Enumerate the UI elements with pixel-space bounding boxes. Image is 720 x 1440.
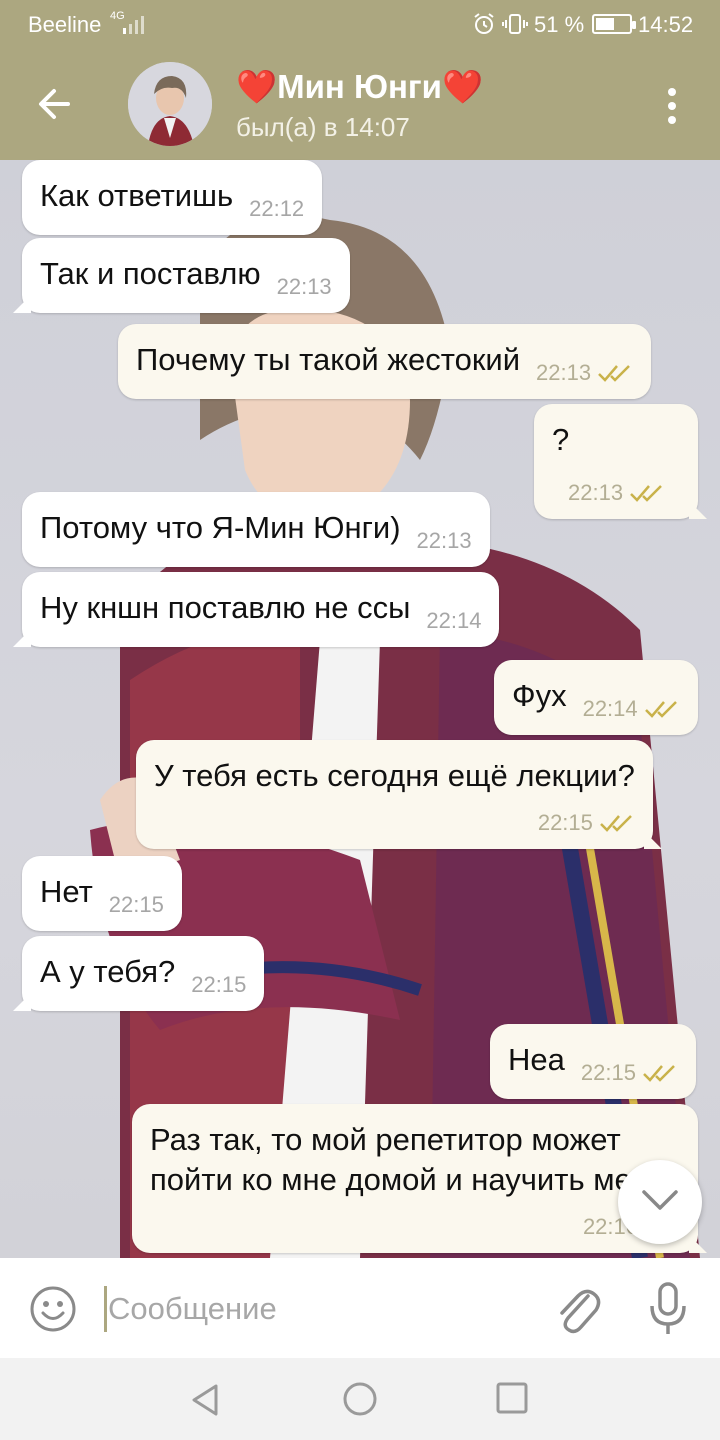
message-meta: 22:14 <box>567 678 680 721</box>
message-text: Почему ты такой жестокий <box>136 342 521 377</box>
incoming-message[interactable]: Потому что Я-Мин Юнги) 22:13 <box>22 492 490 567</box>
outgoing-message[interactable]: Неа 22:15 <box>490 1024 696 1099</box>
incoming-message[interactable]: Ну кншн поставлю не ссы 22:14 <box>22 572 500 647</box>
more-vert-icon[interactable] <box>658 84 686 128</box>
system-nav-bar <box>0 1358 720 1440</box>
message-time: 22:13 <box>276 274 332 299</box>
paperclip-icon[interactable] <box>552 1282 602 1336</box>
scroll-down-button[interactable] <box>618 1160 702 1244</box>
message-meta: 22:15 <box>175 954 246 997</box>
message-text: Нет <box>40 874 93 909</box>
read-checkmarks-icon <box>644 701 677 718</box>
message-time: 22:15 <box>580 1060 636 1085</box>
message-meta: 22:14 <box>410 590 481 633</box>
text-caret <box>104 1286 107 1332</box>
incoming-message[interactable]: Так и поставлю 22:13 <box>22 238 350 313</box>
message-text: Раз так, то мой репетитор может пойти ко… <box>150 1122 666 1197</box>
message-text: Ну кншн поставлю не ссы <box>40 590 411 625</box>
message-time: 22:14 <box>426 608 482 633</box>
back-arrow-icon[interactable] <box>28 80 80 128</box>
emoji-icon[interactable] <box>28 1284 78 1334</box>
message-text: Неа <box>508 1042 565 1077</box>
message-meta: 22:15 <box>93 874 164 917</box>
incoming-message[interactable]: Как ответишь 22:12 <box>22 160 323 235</box>
message-text: Потому что Я-Мин Юнги) <box>40 510 401 545</box>
message-text: Так и поставлю <box>40 256 261 291</box>
outgoing-message[interactable]: Почему ты такой жестокий 22:13 <box>118 324 652 399</box>
outgoing-message[interactable]: ? 22:13 <box>534 404 698 519</box>
message-time: 22:15 <box>537 810 593 835</box>
incoming-message[interactable]: А у тебя? 22:15 <box>22 936 265 1011</box>
vibrate-icon <box>502 14 528 34</box>
read-checkmarks-icon <box>643 1065 675 1082</box>
status-bar: Beeline 4G 51 % 14:52 <box>0 0 720 48</box>
message-time: 22:15 <box>191 972 247 997</box>
incoming-message[interactable]: Нет 22:15 <box>22 856 182 931</box>
message-input[interactable] <box>108 1282 528 1336</box>
message-text: Как ответишь <box>40 178 234 213</box>
carrier-name: Beeline <box>28 12 102 37</box>
read-checkmarks-icon <box>598 365 630 382</box>
nav-home-icon[interactable] <box>340 1379 380 1419</box>
message-time: 22:13 <box>416 528 472 553</box>
microphone-icon[interactable] <box>644 1280 692 1338</box>
avatar[interactable] <box>128 62 212 146</box>
message-meta: 22:12 <box>233 178 304 221</box>
message-time: 22:15 <box>108 892 164 917</box>
message-time: 22:13 <box>536 360 592 385</box>
read-checkmarks-icon <box>630 485 662 502</box>
message-text: У тебя есть сегодня ещё лекции? <box>154 758 635 793</box>
battery-icon <box>592 14 636 34</box>
chat-header: ❤️Мин Юнги❤️ был(а) в 14:07 <box>0 48 720 160</box>
chat-title[interactable]: ❤️Мин Юнги❤️ <box>236 68 483 107</box>
status-clock: 14:52 <box>638 12 694 37</box>
message-meta: 22:13 <box>261 256 332 299</box>
message-meta: 22:15 <box>565 1042 678 1085</box>
message-meta: 22:13 <box>401 510 472 553</box>
message-text: Фух <box>512 678 567 713</box>
nav-recents-icon[interactable] <box>494 1380 530 1416</box>
message-meta: 22:13 <box>520 342 633 385</box>
chevron-down-icon <box>642 1190 678 1210</box>
read-checkmarks-icon <box>600 815 632 832</box>
message-meta: 22:16 <box>150 1194 680 1239</box>
message-time: 22:14 <box>582 696 638 721</box>
outgoing-message[interactable]: Раз так, то мой репетитор может пойти ко… <box>132 1104 698 1253</box>
message-time: 22:13 <box>568 480 624 505</box>
message-text: А у тебя? <box>40 954 176 989</box>
alarm-icon <box>474 13 494 34</box>
message-meta: 22:15 <box>154 790 635 835</box>
last-seen-status: был(а) в 14:07 <box>236 112 410 142</box>
message-meta: 22:13 <box>552 462 665 505</box>
signal-icon <box>123 16 144 34</box>
battery-percent: 51 % <box>534 12 585 37</box>
nav-back-icon[interactable] <box>186 1380 226 1420</box>
message-time: 22:12 <box>249 196 305 221</box>
outgoing-message[interactable]: У тебя есть сегодня ещё лекции? 22:15 <box>136 740 653 849</box>
message-text: ? <box>552 422 570 457</box>
composer-bar <box>0 1258 720 1358</box>
outgoing-message[interactable]: Фух 22:14 <box>494 660 698 735</box>
